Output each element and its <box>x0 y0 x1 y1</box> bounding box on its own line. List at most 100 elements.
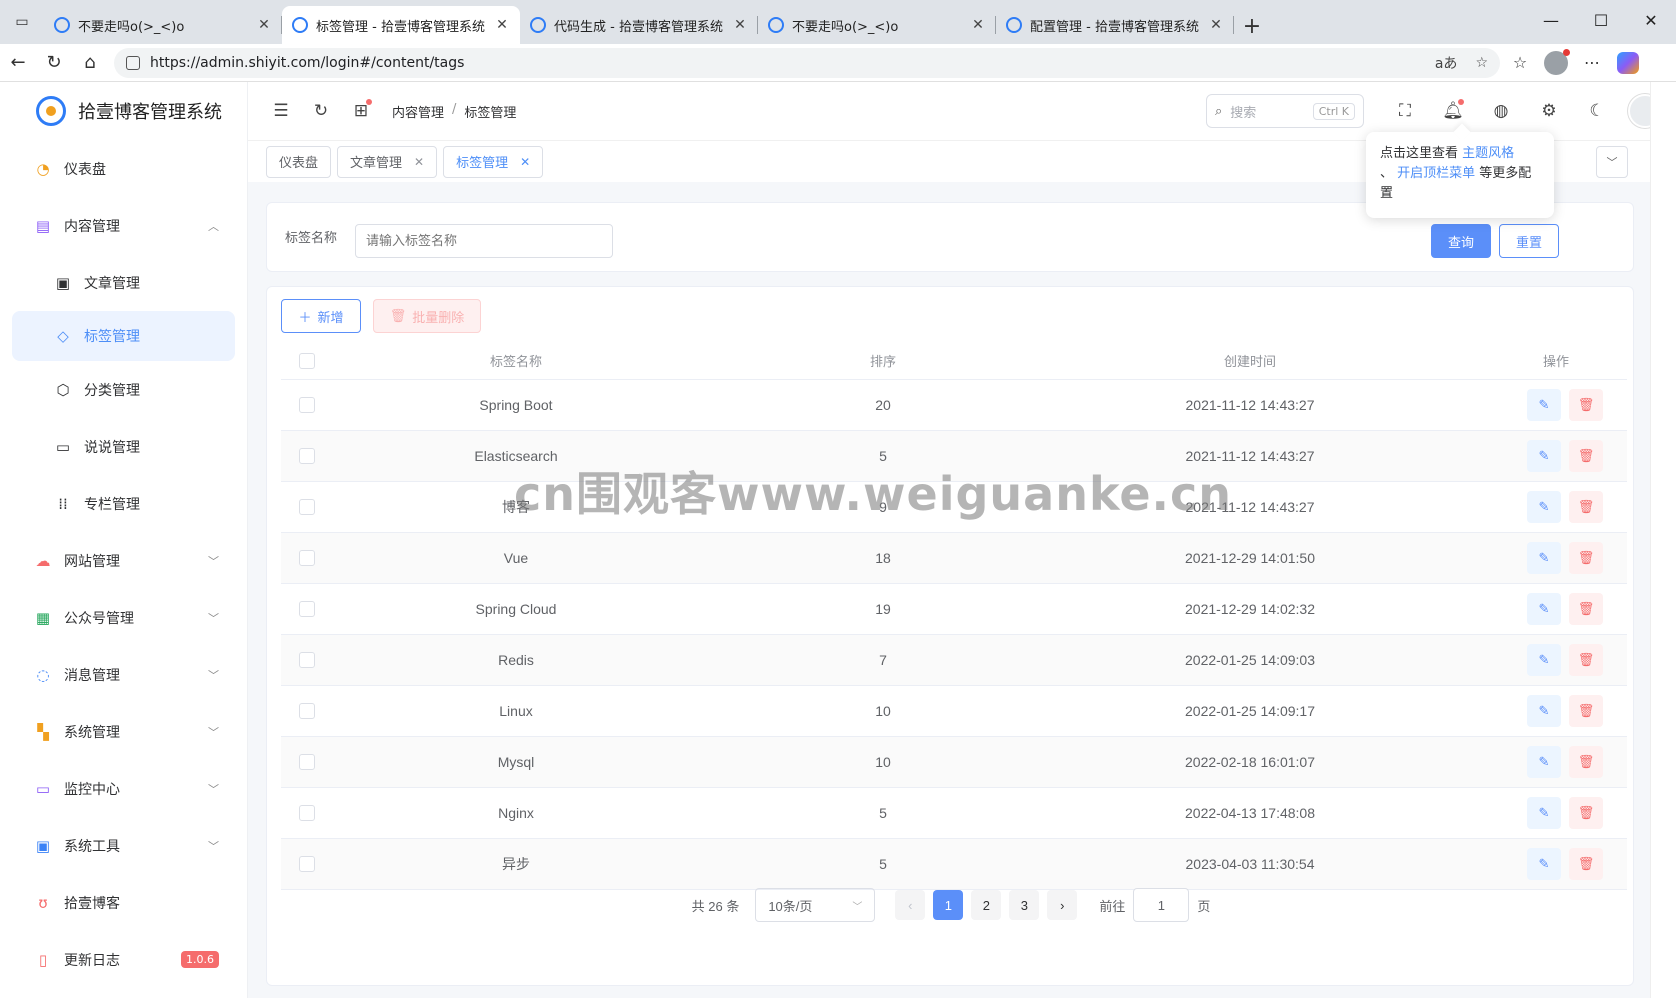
browser-tab[interactable]: 配置管理 - 拾壹博客管理系统 ✕ <box>996 6 1234 44</box>
close-tab-icon[interactable]: ✕ <box>494 17 510 33</box>
close-tab-icon[interactable]: ✕ <box>256 17 272 33</box>
sidebar-item-changelog[interactable]: ▯ 更新日志 1.0.6 <box>0 931 247 988</box>
favorites-icon[interactable]: ☆ <box>1504 47 1536 79</box>
delete-trash-icon[interactable]: 🗑︎ <box>1569 490 1603 523</box>
edit-pencil-icon[interactable]: ✎ <box>1527 643 1561 676</box>
query-button[interactable]: 查询 <box>1431 224 1491 258</box>
more-icon[interactable]: ⋯ <box>1576 47 1608 79</box>
sidebar-item-system[interactable]: ▚ 系统管理 ﹀ <box>0 703 247 760</box>
delete-trash-icon[interactable]: 🗑︎ <box>1569 796 1603 829</box>
sidebar-item-website[interactable]: ☁ 网站管理 ﹀ <box>0 532 247 589</box>
copilot-icon[interactable] <box>1612 47 1644 79</box>
select-all-checkbox[interactable] <box>299 353 315 370</box>
row-checkbox[interactable] <box>299 448 315 465</box>
close-tab-icon[interactable]: ✕ <box>732 17 748 33</box>
menu-fold-icon[interactable]: ☰ <box>262 92 300 130</box>
sidebar-item-tools[interactable]: ▣ 系统工具 ﹀ <box>0 817 247 874</box>
edit-pencil-icon[interactable]: ✎ <box>1527 388 1561 421</box>
page-size-select[interactable]: 10条/页 ﹀ <box>755 888 876 922</box>
browser-tab[interactable]: 标签管理 - 拾壹博客管理系统 ✕ <box>282 6 520 44</box>
home-icon[interactable]: ⌂ <box>72 45 108 81</box>
sidebar-item-articles[interactable]: ▣ 文章管理 <box>0 254 247 311</box>
browser-tab[interactable]: 不要走吗o(>_<)o ✕ <box>758 6 996 44</box>
sidebar-item-monitor[interactable]: ▭ 监控中心 ﹀ <box>0 760 247 817</box>
edit-pencil-icon[interactable]: ✎ <box>1527 745 1561 778</box>
read-aloud-icon[interactable]: aあ <box>1435 53 1458 73</box>
edit-pencil-icon[interactable]: ✎ <box>1527 592 1561 625</box>
settings-gear-icon[interactable]: ⚙ <box>1530 92 1568 130</box>
edit-pencil-icon[interactable]: ✎ <box>1527 490 1561 523</box>
sidebar-item-tags[interactable]: ◇ 标签管理 <box>12 311 235 361</box>
sidebar-item-talks[interactable]: ▭ 说说管理 <box>0 418 247 475</box>
sidebar-item-columns[interactable]: ⁞⁞ 专栏管理 <box>0 475 247 532</box>
row-checkbox[interactable] <box>299 499 315 516</box>
apps-icon[interactable]: ⊞ <box>342 92 380 130</box>
refresh-icon[interactable]: ↻ <box>302 92 340 130</box>
row-checkbox[interactable] <box>299 550 315 567</box>
goto-page-input[interactable] <box>1133 888 1190 922</box>
delete-trash-icon[interactable]: 🗑︎ <box>1569 439 1603 472</box>
sidebar-item-content[interactable]: ▤ 内容管理 ︿ <box>0 197 247 254</box>
notification-bell-icon[interactable]: 🔔︎ <box>1434 92 1472 130</box>
maximize-icon[interactable]: ☐ <box>1576 0 1626 40</box>
edit-pencil-icon[interactable]: ✎ <box>1527 847 1561 880</box>
reload-icon[interactable]: ↻ <box>36 45 72 81</box>
top-menu-link[interactable]: 开启顶栏菜单 <box>1397 166 1475 181</box>
visited-tab-tags[interactable]: 标签管理 ✕ <box>443 145 544 178</box>
row-checkbox[interactable] <box>299 703 315 720</box>
sidebar-item-dashboard[interactable]: ◔ 仪表盘 <box>0 140 247 197</box>
edit-pencil-icon[interactable]: ✎ <box>1527 541 1561 574</box>
sidebar-item-wechat[interactable]: ▦ 公众号管理 ﹀ <box>0 589 247 646</box>
prev-page-button[interactable]: ‹ <box>895 890 926 920</box>
tag-name-input[interactable] <box>355 224 613 258</box>
site-info-icon[interactable] <box>126 55 140 70</box>
row-checkbox[interactable] <box>299 754 315 771</box>
tabs-more-chevron-icon[interactable]: ﹀ <box>1596 146 1628 178</box>
favorite-star-icon[interactable]: ☆ <box>1475 55 1488 71</box>
edit-pencil-icon[interactable]: ✎ <box>1527 796 1561 829</box>
row-checkbox[interactable] <box>299 397 315 414</box>
back-icon[interactable]: ← <box>0 45 36 81</box>
delete-trash-icon[interactable]: 🗑︎ <box>1569 541 1603 574</box>
sidebar-item-categories[interactable]: ⬡ 分类管理 <box>0 361 247 418</box>
visited-tab-dashboard[interactable]: 仪表盘 <box>266 145 332 178</box>
page-button-2[interactable]: 2 <box>971 890 1002 920</box>
add-button[interactable]: ＋ 新增 <box>281 299 361 333</box>
breadcrumb-item[interactable]: 内容管理 <box>392 102 444 121</box>
delete-trash-icon[interactable]: 🗑︎ <box>1569 745 1603 778</box>
batch-delete-button[interactable]: 🗑︎ 批量删除 <box>373 299 481 333</box>
new-tab-button[interactable]: + <box>1234 8 1270 44</box>
sidebar-item-messages[interactable]: ◌ 消息管理 ﹀ <box>0 646 247 703</box>
row-checkbox[interactable] <box>299 652 315 669</box>
theme-style-link[interactable]: 主题风格 <box>1462 146 1514 161</box>
delete-trash-icon[interactable]: 🗑︎ <box>1569 388 1603 421</box>
browser-tab[interactable]: 代码生成 - 拾壹博客管理系统 ✕ <box>520 6 758 44</box>
delete-trash-icon[interactable]: 🗑︎ <box>1569 643 1603 676</box>
row-checkbox[interactable] <box>299 856 315 873</box>
close-icon[interactable]: ✕ <box>520 155 530 169</box>
close-window-icon[interactable]: ✕ <box>1626 0 1676 40</box>
edit-pencil-icon[interactable]: ✎ <box>1527 439 1561 472</box>
delete-trash-icon[interactable]: 🗑︎ <box>1569 592 1603 625</box>
reset-button[interactable]: 重置 <box>1499 224 1559 258</box>
global-search[interactable]: ⌕ 搜索 Ctrl K <box>1206 94 1364 128</box>
page-button-3[interactable]: 3 <box>1009 890 1040 920</box>
minimize-icon[interactable]: — <box>1526 0 1576 40</box>
delete-trash-icon[interactable]: 🗑︎ <box>1569 694 1603 727</box>
url-field[interactable]: https://admin.shiyit.com/login#/content/… <box>114 47 1500 78</box>
visited-tab-articles[interactable]: 文章管理 ✕ <box>337 145 438 178</box>
delete-trash-icon[interactable]: 🗑︎ <box>1569 847 1603 880</box>
row-checkbox[interactable] <box>299 805 315 822</box>
tab-actions-icon[interactable]: ▭ <box>0 0 44 44</box>
close-icon[interactable]: ✕ <box>414 155 424 169</box>
dark-mode-moon-icon[interactable]: ☾ <box>1578 92 1616 130</box>
browser-tab[interactable]: 不要走吗o(>_<)o ✕ <box>44 6 282 44</box>
edit-pencil-icon[interactable]: ✎ <box>1527 694 1561 727</box>
page-button-1[interactable]: 1 <box>933 890 964 920</box>
row-checkbox[interactable] <box>299 601 315 618</box>
language-icon[interactable]: ◍ <box>1482 92 1520 130</box>
next-page-button[interactable]: › <box>1047 890 1078 920</box>
brand[interactable]: 拾壹博客管理系统 <box>0 82 247 140</box>
profile-icon[interactable] <box>1540 47 1572 79</box>
close-tab-icon[interactable]: ✕ <box>970 17 986 33</box>
